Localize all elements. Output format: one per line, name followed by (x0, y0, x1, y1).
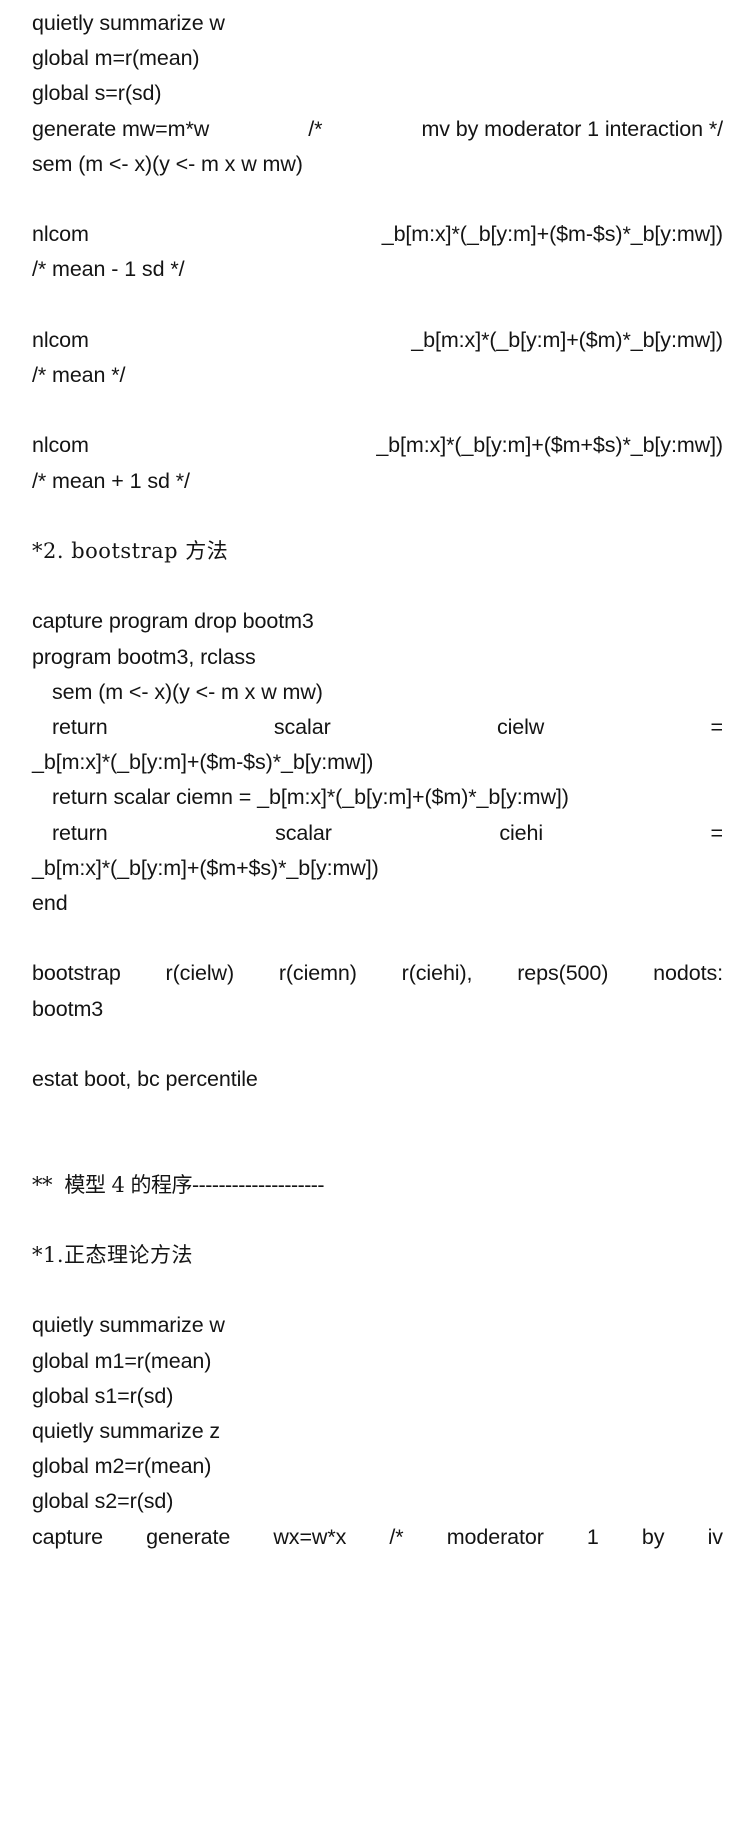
code-line: quietly summarize w (32, 1313, 225, 1338)
code-line-justified: return scalar ciehi = (32, 816, 723, 851)
code-segment: scalar (275, 820, 332, 845)
code-line: /* mean */ (32, 363, 126, 387)
section-heading-model4: ** 模型 4 的程序-------------------- (32, 1172, 324, 1197)
code-line: capture program drop bootm3 (32, 609, 314, 634)
code-line: program bootm3, rclass (32, 644, 256, 669)
code-line: return scalar ciemn = _b[m:x]*(_b[y:m]+(… (52, 785, 569, 810)
code-line: /* mean + 1 sd */ (32, 468, 190, 493)
code-segment: _b[m:x]*(_b[y:m]+($m+$s)*_b[y:mw]) (376, 433, 723, 458)
code-line-justified: bootstrap r(cielw) r(ciemn) r(ciehi), re… (32, 956, 723, 991)
code-segment: bootstrap (32, 961, 121, 986)
code-segment: scalar (273, 714, 331, 739)
code-segment: nlcom (32, 222, 89, 247)
code-segment: generate (146, 1524, 231, 1549)
code-line: global m=r(mean) (32, 46, 200, 71)
code-segment: mv by moderator 1 interaction */ (421, 116, 723, 141)
document-body: quietly summarize w global m=r(mean) glo… (32, 6, 723, 1555)
code-segment: return (52, 820, 108, 845)
code-line: estat boot, bc percentile (32, 1066, 258, 1091)
code-line: end (32, 891, 68, 915)
code-segment: moderator (446, 1524, 544, 1549)
code-segment: iv (707, 1524, 723, 1549)
code-line: _b[m:x]*(_b[y:m]+($m-$s)*_b[y:mw]) (32, 750, 374, 775)
code-segment: nodots: (653, 961, 723, 986)
section-heading-bootstrap: *2. bootstrap 方法 (32, 538, 229, 563)
code-segment: ciehi (499, 820, 544, 845)
code-line: bootm3 (32, 996, 104, 1021)
code-segment: r(ciemn) (278, 961, 357, 986)
code-segment: by (641, 1524, 665, 1549)
code-segment: generate mw=m*w (32, 116, 210, 141)
code-segment: nlcom (32, 433, 89, 458)
code-segment: /* (389, 1524, 404, 1549)
code-line-justified: return scalar cielw = (32, 710, 723, 745)
code-line-justified: capture generate wx=w*x /* moderator 1 b… (32, 1520, 723, 1555)
code-line: global s=r(sd) (32, 81, 162, 106)
code-segment: capture (32, 1524, 104, 1549)
code-line: quietly summarize z (32, 1418, 221, 1443)
code-line: sem (m <- x)(y <- m x w mw) (32, 151, 303, 176)
code-segment: = (710, 714, 724, 739)
code-segment: = (710, 820, 724, 845)
code-segment: cielw (496, 714, 545, 739)
code-segment: r(cielw) (165, 961, 235, 986)
code-line: /* mean - 1 sd */ (32, 257, 185, 282)
code-segment: /* (308, 116, 323, 141)
code-segment: nlcom (32, 327, 89, 352)
code-segment: r(ciehi), (401, 961, 473, 986)
code-line-justified: generate mw=m*w /* mv by moderator 1 int… (32, 112, 723, 147)
code-line: global s2=r(sd) (32, 1489, 174, 1514)
code-line-justified: nlcom _b[m:x]*(_b[y:m]+($m)*_b[y:mw]) (32, 323, 723, 358)
code-line: quietly summarize w (32, 11, 225, 35)
code-line: sem (m <- x)(y <- m x w mw) (52, 679, 323, 704)
code-segment: reps(500) (517, 961, 609, 986)
document-page: quietly summarize w global m=r(mean) glo… (0, 0, 755, 1848)
code-segment: wx=w*x (273, 1524, 347, 1549)
code-segment: _b[m:x]*(_b[y:m]+($m-$s)*_b[y:mw]) (381, 222, 723, 247)
code-line: global m2=r(mean) (32, 1454, 212, 1479)
code-line: _b[m:x]*(_b[y:m]+($m+$s)*_b[y:mw]) (32, 855, 379, 880)
code-segment: return (52, 714, 108, 739)
code-segment: _b[m:x]*(_b[y:m]+($m)*_b[y:mw]) (411, 327, 723, 352)
section-heading-normal-theory: *1.正态理论方法 (32, 1242, 194, 1267)
code-segment: 1 (586, 1524, 599, 1549)
code-line: global s1=r(sd) (32, 1383, 174, 1408)
code-line: global m1=r(mean) (32, 1348, 212, 1373)
code-line-justified: nlcom _b[m:x]*(_b[y:m]+($m+$s)*_b[y:mw]) (32, 428, 723, 463)
code-line-justified: nlcom _b[m:x]*(_b[y:m]+($m-$s)*_b[y:mw]) (32, 217, 723, 252)
